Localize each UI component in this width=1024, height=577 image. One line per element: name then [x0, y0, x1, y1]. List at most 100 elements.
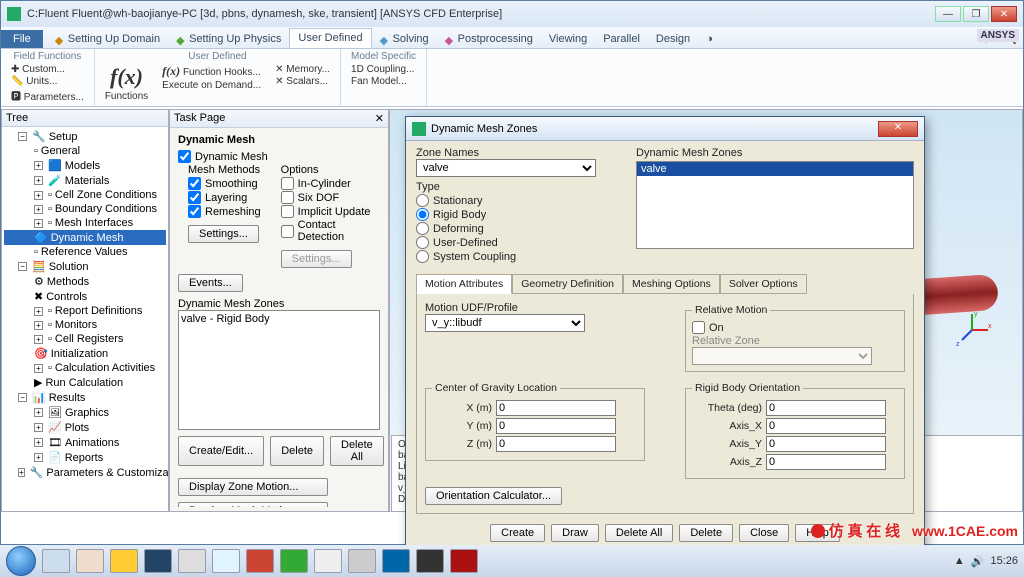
create-edit-button[interactable]: Create/Edit...	[178, 436, 264, 466]
tab-viewing[interactable]: Viewing	[541, 30, 595, 48]
radio-stationary[interactable]	[416, 194, 429, 207]
tb-app-icon[interactable]	[314, 549, 342, 573]
input-y[interactable]	[496, 418, 616, 434]
tab-more[interactable]: ◑	[698, 30, 721, 48]
chk-contact[interactable]	[281, 225, 294, 238]
tree-models[interactable]: +🟦 Models	[4, 158, 166, 173]
chk-sixdof[interactable]	[281, 191, 294, 204]
chk-on[interactable]	[692, 321, 705, 334]
tree-plots[interactable]: +📈 Plots	[4, 420, 166, 435]
tab-geometry-definition[interactable]: Geometry Definition	[512, 274, 623, 294]
motion-udf-select[interactable]: v_y::libudf	[425, 314, 585, 332]
start-button[interactable]	[6, 546, 36, 576]
tree-general[interactable]: ▫ General	[4, 144, 166, 158]
chk-incyl[interactable]	[281, 177, 294, 190]
tb-app-icon[interactable]	[110, 549, 138, 573]
tab-file[interactable]: File	[1, 30, 43, 48]
tab-parallel[interactable]: Parallel	[595, 30, 648, 48]
input-theta[interactable]	[766, 400, 886, 416]
tb-app-icon[interactable]	[382, 549, 410, 573]
scalars-cmd[interactable]: ✕ Scalars...	[275, 76, 330, 87]
preview-mesh-button[interactable]: Preview Mesh Motion...	[178, 502, 328, 507]
list-item[interactable]: valve - Rigid Body	[181, 313, 377, 325]
tb-app-icon[interactable]	[246, 549, 274, 573]
fanmodel-cmd[interactable]: Fan Model...	[351, 76, 416, 87]
functions-cmd[interactable]: Functions	[105, 91, 148, 102]
tree[interactable]: −🔧 Setup ▫ General +🟦 Models +🧪 Material…	[2, 127, 168, 511]
units-cmd[interactable]: 📏 Units...	[11, 76, 84, 87]
tray-icon[interactable]: ▲	[954, 555, 965, 567]
clock[interactable]: 15:26	[990, 555, 1018, 567]
tab-meshing-options[interactable]: Meshing Options	[623, 274, 720, 294]
tb-explorer-icon[interactable]	[42, 549, 70, 573]
tree-params[interactable]: +🔧 Parameters & Customization	[4, 465, 166, 480]
tree-solution[interactable]: −🧮 Solution	[4, 259, 166, 274]
axis-gizmo[interactable]: x y z	[952, 310, 992, 350]
maximize-button[interactable]: ❐	[963, 6, 989, 22]
windows-taskbar[interactable]: ▲ 🔊 15:26	[0, 545, 1024, 577]
tree-monitors[interactable]: +▫ Monitors	[4, 318, 166, 332]
tree-dynmesh[interactable]: 🔷 Dynamic Mesh	[4, 230, 166, 245]
zone-names-select[interactable]: valve	[416, 159, 596, 177]
settings-button-1[interactable]: Settings...	[188, 225, 259, 243]
tab-solver-options[interactable]: Solver Options	[720, 274, 807, 294]
tree-reports[interactable]: +📄 Reports	[4, 450, 166, 465]
delete-button[interactable]: Delete	[270, 436, 324, 466]
tree-calcact[interactable]: +▫ Calculation Activities	[4, 361, 166, 375]
radio-user-defined[interactable]	[416, 236, 429, 249]
dlg-create-button[interactable]: Create	[490, 524, 545, 542]
tree-setup[interactable]: −🔧 Setup	[4, 129, 166, 144]
chk-smoothing[interactable]	[188, 177, 201, 190]
chk-remeshing[interactable]	[188, 205, 201, 218]
chk-dynamic-mesh[interactable]	[178, 150, 191, 163]
tree-controls[interactable]: ✖ Controls	[4, 289, 166, 304]
orientation-calc-button[interactable]: Orientation Calculator...	[425, 487, 562, 505]
dmz-list[interactable]: valve	[636, 161, 914, 249]
hooks-cmd[interactable]: f(x) Function Hooks...	[162, 64, 261, 79]
task-close-icon[interactable]: ✕	[375, 112, 384, 125]
list-item[interactable]: valve	[637, 162, 913, 176]
tree-boundary[interactable]: +▫ Boundary Conditions	[4, 202, 166, 216]
tree-cellreg[interactable]: +▫ Cell Registers	[4, 332, 166, 346]
tab-domain[interactable]: ◆Setting Up Domain	[47, 30, 168, 48]
tree-results[interactable]: −📊 Results	[4, 390, 166, 405]
tab-design[interactable]: Design	[648, 30, 698, 48]
input-x[interactable]	[496, 400, 616, 416]
tb-app-icon[interactable]	[178, 549, 206, 573]
tab-motion-attributes[interactable]: Motion Attributes	[416, 274, 512, 294]
dlg-draw-button[interactable]: Draw	[551, 524, 599, 542]
tb-app-icon[interactable]	[212, 549, 240, 573]
input-axis-x[interactable]	[766, 418, 886, 434]
coupling-cmd[interactable]: 1D Coupling...	[351, 64, 416, 75]
tab-user-defined[interactable]: User Defined	[289, 28, 371, 48]
tree-graphics[interactable]: +🖼 Graphics	[4, 405, 166, 420]
tb-pdf-icon[interactable]	[450, 549, 478, 573]
tree-methods[interactable]: ⚙ Methods	[4, 274, 166, 289]
tb-fluent-icon[interactable]	[416, 549, 444, 573]
dialog-close-button[interactable]: ✕	[878, 121, 918, 137]
display-zone-button[interactable]: Display Zone Motion...	[178, 478, 328, 496]
tree-refvals[interactable]: ▫ Reference Values	[4, 245, 166, 259]
delete-all-button[interactable]: Delete All	[330, 436, 384, 466]
tb-app-icon[interactable]	[144, 549, 172, 573]
input-axis-y[interactable]	[766, 436, 886, 452]
radio-deforming[interactable]	[416, 222, 429, 235]
minimize-button[interactable]: —	[935, 6, 961, 22]
tab-solving[interactable]: ◆Solving	[372, 30, 437, 48]
tree-meshif[interactable]: +▫ Mesh Interfaces	[4, 216, 166, 230]
radio-rigid-body[interactable]	[416, 208, 429, 221]
input-z[interactable]	[496, 436, 616, 452]
radio-system-coupling[interactable]	[416, 250, 429, 263]
dlg-close-button[interactable]: Close	[739, 524, 789, 542]
dlg-delete-all-button[interactable]: Delete All	[605, 524, 673, 542]
tb-folder-icon[interactable]	[76, 549, 104, 573]
dmz-listbox[interactable]: valve - Rigid Body	[178, 310, 380, 430]
events-button[interactable]: Events...	[178, 274, 243, 292]
tray-icon[interactable]: 🔊	[971, 555, 985, 568]
tree-materials[interactable]: +🧪 Materials	[4, 173, 166, 188]
tb-app-icon[interactable]	[280, 549, 308, 573]
chk-layering[interactable]	[188, 191, 201, 204]
parameters-cmd[interactable]: 🅿 Parameters...	[11, 88, 84, 103]
tree-reportdef[interactable]: +▫ Report Definitions	[4, 304, 166, 318]
chk-implicit[interactable]	[281, 205, 294, 218]
